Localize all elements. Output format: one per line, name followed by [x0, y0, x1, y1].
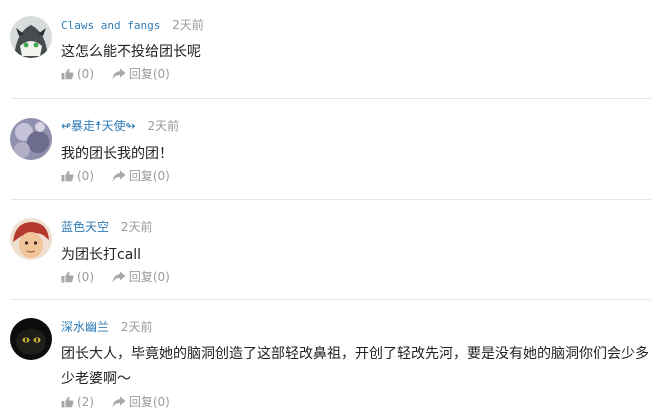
like-button[interactable]: (0): [61, 168, 94, 184]
reply-button[interactable]: 回复 (0): [112, 66, 170, 82]
avatar[interactable]: [10, 318, 52, 360]
reply-label: 回复: [128, 67, 153, 81]
divider: [11, 199, 651, 200]
like-count: (0): [77, 67, 94, 81]
comment-text: 我的团长我的团！: [61, 146, 173, 162]
comment-text: 为团长打call: [61, 247, 142, 263]
comment-actions: (0) 回复 (0): [61, 66, 184, 82]
thumbs-up-icon: [61, 68, 74, 80]
comment-meta: Claws and fangs 2天前: [61, 16, 204, 34]
divider: [11, 98, 651, 99]
reply-arrow-icon: [112, 396, 126, 408]
like-button[interactable]: (2): [61, 394, 94, 410]
reply-count: (0): [152, 169, 170, 183]
reply-arrow-icon: [112, 271, 126, 283]
avatar[interactable]: [10, 218, 52, 260]
reply-button[interactable]: 回复 (0): [112, 168, 170, 184]
reply-count: (0): [152, 67, 170, 81]
comment-actions: (2) 回复 (0): [61, 394, 184, 410]
reply-button[interactable]: 回复 (0): [112, 394, 170, 410]
reply-button[interactable]: 回复 (0): [112, 269, 170, 285]
thumbs-up-icon: [61, 170, 74, 182]
comment-meta: ↫暴走☨天使↬ 2天前: [61, 117, 179, 135]
reply-label: 回复: [128, 270, 153, 284]
timestamp: 2天前: [120, 320, 153, 334]
avatar[interactable]: [10, 16, 52, 58]
like-count: (0): [77, 270, 94, 284]
comment-text: 这怎么能不投给团长呢: [61, 44, 201, 60]
avatar[interactable]: [10, 118, 52, 160]
username-link[interactable]: 深水幽兰: [61, 320, 109, 334]
username-link[interactable]: Claws and fangs: [61, 19, 160, 32]
reply-label: 回复: [128, 169, 153, 183]
divider: [11, 299, 651, 300]
comment-actions: (0) 回复 (0): [61, 168, 184, 184]
like-button[interactable]: (0): [61, 269, 94, 285]
timestamp: 2天前: [120, 220, 153, 234]
comment-list: Claws and fangs 2天前 这怎么能不投给团长呢 (0) 回复 (0): [0, 0, 671, 414]
comment-text: 团长大人，毕竟她的脑洞创造了这部轻改鼻祖，开创了轻改先河，要是没有她的脑洞你们会…: [61, 346, 649, 387]
thumbs-up-icon: [61, 396, 74, 408]
timestamp: 2天前: [172, 18, 204, 32]
thumbs-up-icon: [61, 271, 74, 283]
like-count: (0): [77, 169, 94, 183]
comment-meta: 蓝色天空 2天前: [61, 218, 152, 236]
reply-arrow-icon: [112, 68, 126, 80]
reply-label: 回复: [128, 395, 153, 409]
username-link[interactable]: 蓝色天空: [61, 220, 109, 234]
timestamp: 2天前: [147, 119, 180, 133]
comment-actions: (0) 回复 (0): [61, 269, 184, 285]
reply-count: (0): [152, 395, 170, 409]
reply-arrow-icon: [112, 170, 126, 182]
comment-meta: 深水幽兰 2天前: [61, 318, 152, 336]
username-link[interactable]: ↫暴走☨天使↬: [61, 119, 136, 133]
like-button[interactable]: (0): [61, 66, 94, 82]
like-count: (2): [77, 395, 94, 409]
reply-count: (0): [152, 270, 170, 284]
